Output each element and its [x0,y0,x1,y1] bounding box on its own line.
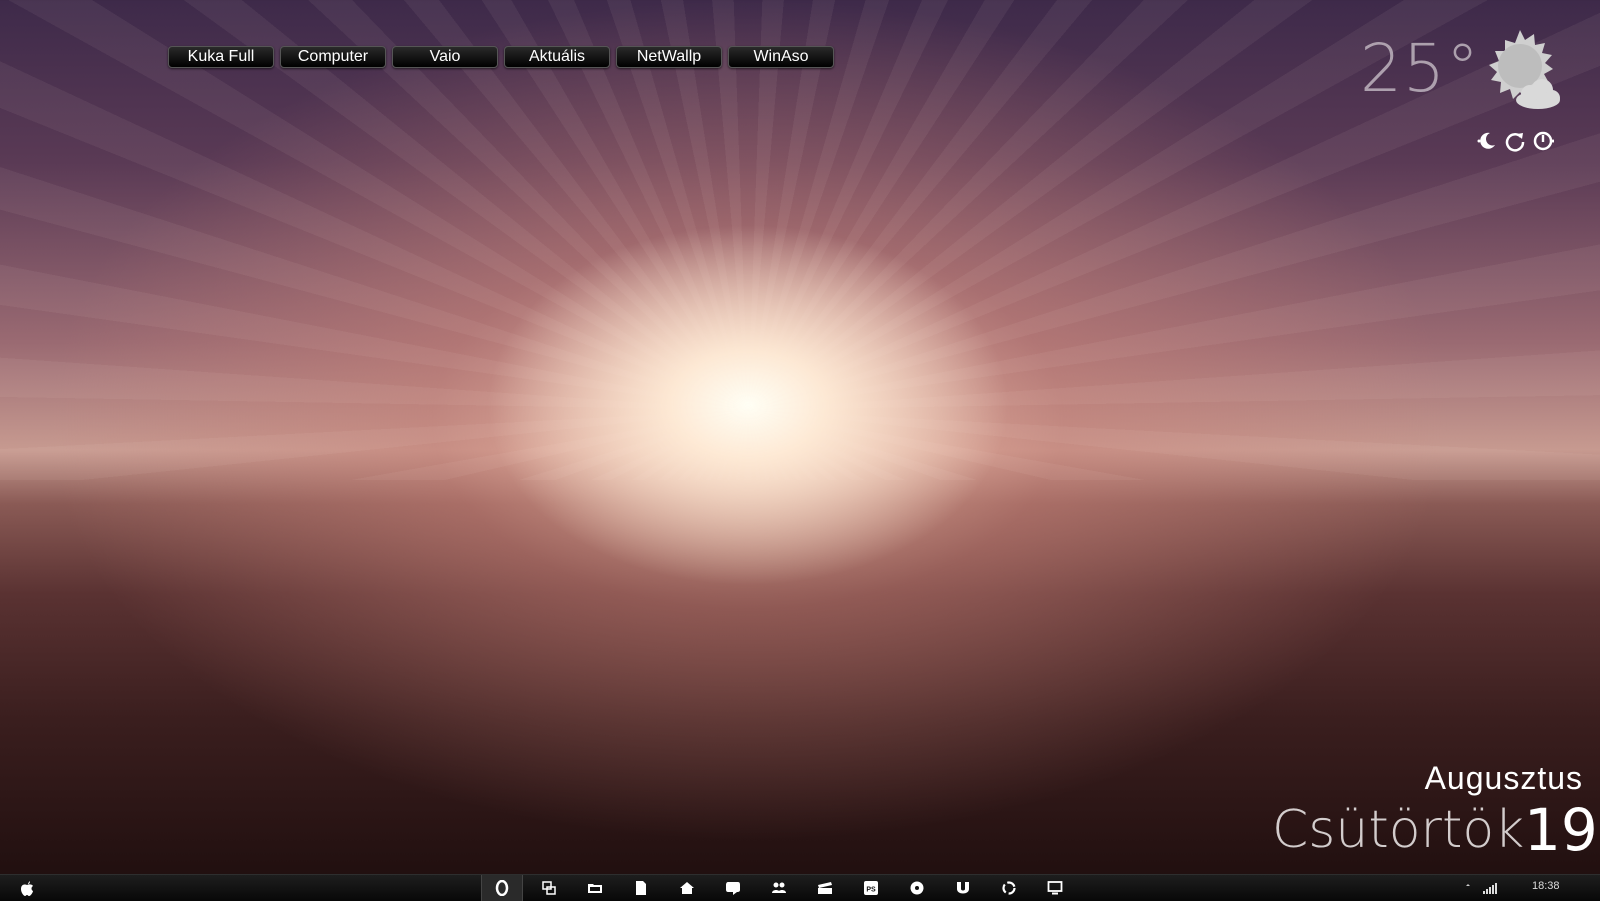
utorrent-icon [957,882,969,894]
network-signal-icon[interactable] [1482,881,1498,895]
shortcut-aktualis[interactable]: Aktuális [504,46,610,68]
shortcut-computer[interactable]: Computer [280,46,386,68]
svg-text:PS: PS [866,887,876,894]
taskbar: PS 18:38 [0,874,1600,901]
document-icon [636,881,646,895]
taskbar-app-folder[interactable] [572,875,618,901]
shortcut-netwallp[interactable]: NetWallp [616,46,722,68]
shortcut-winaso[interactable]: WinAso [728,46,834,68]
sync-icon [1002,881,1016,895]
shortcut-vaio[interactable]: Vaio [392,46,498,68]
taskbar-app-home[interactable] [664,875,710,901]
opera-icon [495,880,509,896]
media-player-icon [910,881,924,895]
taskbar-app-video[interactable] [802,875,848,901]
taskbar-app-torrent[interactable] [940,875,986,901]
shortcut-kuka-full[interactable]: Kuka Full [168,46,274,68]
taskbar-app-document[interactable] [618,875,664,901]
taskbar-app-switch[interactable] [526,875,572,901]
date-month: Augusztus [1424,760,1583,796]
sun-cloud-icon [1489,30,1560,109]
restart-icon[interactable] [1504,130,1526,152]
system-buttons [1476,130,1554,152]
sleep-icon[interactable] [1476,130,1498,152]
taskbar-app-opera[interactable] [481,875,523,901]
taskbar-apps: PS [478,875,1078,901]
date-day: 19 [1524,796,1598,864]
taskbar-app-chat[interactable] [710,875,756,901]
photoshop-icon: PS [864,881,878,895]
apple-icon[interactable] [18,879,36,897]
shortcut-bar: Kuka Full Computer Vaio Aktuális NetWall… [168,46,834,68]
contacts-icon [772,882,786,893]
weather-temperature: 25° [1360,30,1480,107]
clapper-icon [818,882,832,894]
taskbar-app-display[interactable] [1032,875,1078,901]
power-icon[interactable] [1532,130,1554,152]
home-icon [680,882,694,894]
display-icon [1047,881,1063,895]
date-weekday: Csütörtök [1272,800,1525,860]
windows-switch-icon [542,881,556,895]
taskbar-app-contacts[interactable] [756,875,802,901]
chat-icon [726,882,740,895]
taskbar-app-photoshop[interactable]: PS [848,875,894,901]
taskbar-app-sync[interactable] [986,875,1032,901]
taskbar-app-media[interactable] [894,875,940,901]
folder-icon [588,884,602,893]
tray-expand-icon[interactable] [1464,881,1472,891]
taskbar-clock[interactable]: 18:38 [1532,880,1560,892]
